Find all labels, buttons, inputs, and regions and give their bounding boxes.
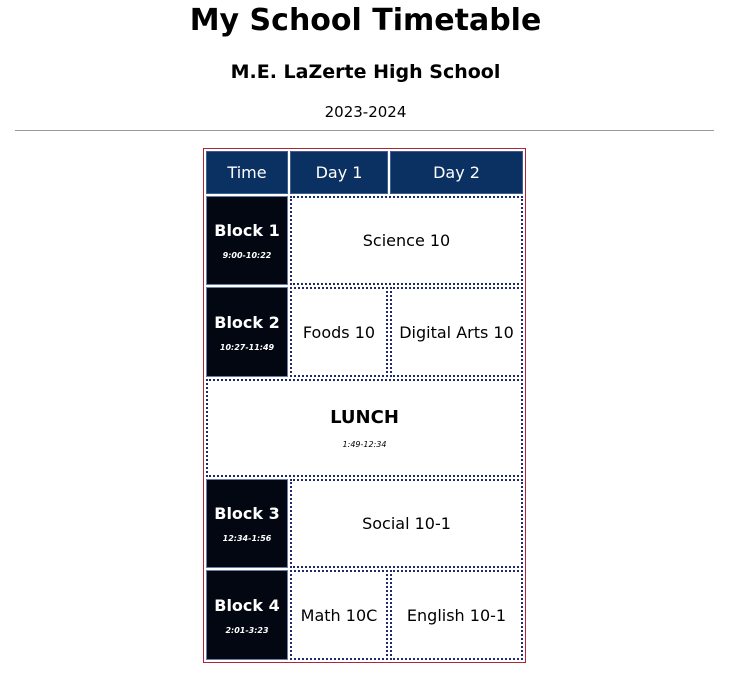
lunch-cell: LUNCH 1:49-12:34 xyxy=(206,378,523,477)
class-cell: Science 10 xyxy=(290,195,523,286)
block-3-cell: Block 3 12:34-1:56 xyxy=(206,478,288,569)
block-label: Block 4 xyxy=(214,595,280,615)
page-title: My School Timetable xyxy=(189,3,542,38)
block-2-cell: Block 2 10:27-11:49 xyxy=(206,287,288,377)
header-day-1: Day 1 xyxy=(290,151,388,194)
block-time: 10:27-11:49 xyxy=(219,342,275,352)
header-time: Time xyxy=(206,151,288,194)
class-cell: English 10-1 xyxy=(390,570,523,660)
class-cell: Foods 10 xyxy=(290,287,388,377)
table-row-block-2: Block 2 10:27-11:49 Foods 10 Digital Art… xyxy=(206,287,523,377)
header-day-2: Day 2 xyxy=(390,151,523,194)
table-row-block-4: Block 4 2:01-3:23 Math 10C English 10-1 xyxy=(206,570,523,660)
class-cell: Math 10C xyxy=(290,570,388,660)
school-name: M.E. LaZerte High School xyxy=(230,61,501,83)
school-year: 2023-2024 xyxy=(324,103,407,121)
table-row-block-3: Block 3 12:34-1:56 Social 10-1 xyxy=(206,478,523,569)
block-time: 9:00-10:22 xyxy=(222,251,272,261)
block-label: Block 2 xyxy=(214,312,280,332)
table-row-block-1: Block 1 9:00-10:22 Science 10 xyxy=(206,195,523,286)
lunch-label: LUNCH xyxy=(330,406,399,428)
block-time: 2:01-3:23 xyxy=(225,625,269,635)
block-1-cell: Block 1 9:00-10:22 xyxy=(206,195,288,286)
timetable: Time Day 1 Day 2 Block 1 9:00-10:22 Scie… xyxy=(203,148,526,663)
block-label: Block 3 xyxy=(214,504,280,524)
class-cell: Social 10-1 xyxy=(290,478,523,569)
header-row: Time Day 1 Day 2 xyxy=(206,151,523,194)
lunch-time: 1:49-12:34 xyxy=(342,439,387,449)
timetable-table: Time Day 1 Day 2 Block 1 9:00-10:22 Scie… xyxy=(204,149,525,662)
divider xyxy=(15,130,714,131)
block-time: 12:34-1:56 xyxy=(222,534,272,544)
block-label: Block 1 xyxy=(214,221,280,241)
block-4-cell: Block 4 2:01-3:23 xyxy=(206,570,288,660)
class-cell: Digital Arts 10 xyxy=(390,287,523,377)
page: My School Timetable M.E. LaZerte High Sc… xyxy=(0,0,731,682)
table-row-lunch: LUNCH 1:49-12:34 xyxy=(206,378,523,477)
